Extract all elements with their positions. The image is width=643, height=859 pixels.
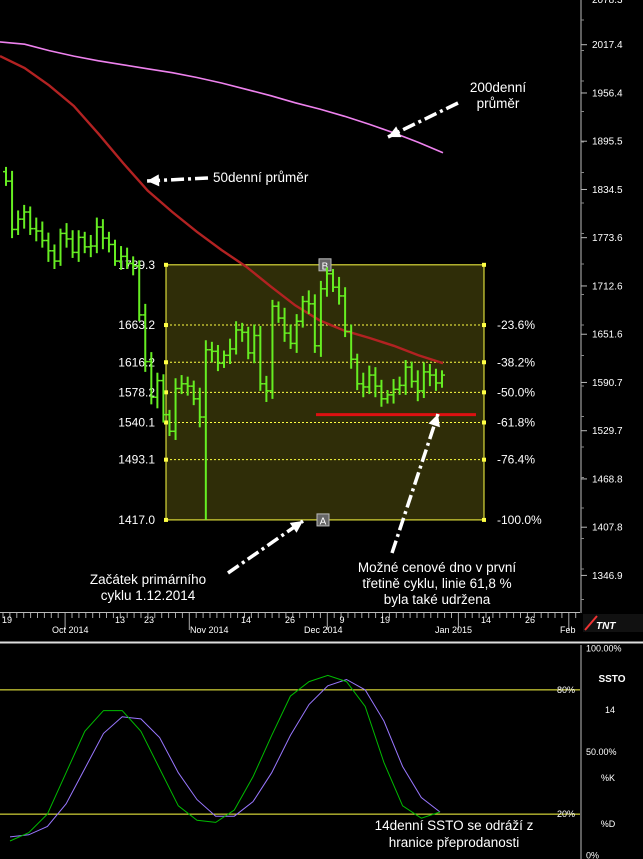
time-axis-day-label: 14 (481, 615, 491, 625)
price-axis-tick-label: 1468.8 (592, 474, 623, 485)
logo-text: TNT (596, 621, 616, 632)
time-axis-day-label: 26 (285, 615, 295, 625)
fib-level-price-label: 1739.3 (118, 258, 155, 272)
fib-level-price-label: 1578.2 (118, 385, 155, 399)
time-axis-month-label: Oct 2014 (52, 625, 89, 635)
fib-handle (164, 420, 168, 425)
annotation-arrow (227, 519, 304, 575)
fib-level-price-label: 1663.2 (118, 318, 155, 332)
ssto-k-line (9, 674, 441, 842)
annotation-price-bottom: byla také udržena (384, 592, 491, 607)
annotation-ma200: 200denní (470, 80, 527, 95)
price-axis-tick-label: 1590.7 (592, 378, 623, 389)
ssto-axis-label: 0% (586, 851, 599, 859)
time-axis-day-label: 19 (2, 615, 12, 625)
fib-level-percent-label: -76.4% (497, 453, 535, 467)
price-axis-tick-label: 1651.6 (592, 330, 623, 341)
annotation-cycle-start: Začátek primárního (90, 572, 206, 587)
time-axis-day-label: 23 (144, 615, 154, 625)
annotation-ma50: 50denní průměr (213, 170, 309, 185)
fib-level-percent-label: -61.8% (497, 415, 535, 429)
fib-handle (482, 323, 486, 328)
price-axis-tick-label: 1956.4 (592, 88, 623, 99)
annotation-cycle-start: cyklu 1.12.2014 (101, 588, 196, 603)
fib-handle (164, 360, 168, 365)
fib-handle (164, 390, 168, 395)
fib-level-price-label: 1493.1 (118, 453, 155, 467)
time-axis-day-label: 26 (525, 615, 535, 625)
annotation-price-bottom: Možné cenové dno v první (358, 560, 517, 575)
ma200-line (0, 41, 444, 154)
fib-handle (482, 420, 486, 425)
fib-level-price-label: 1417.0 (118, 513, 155, 527)
annotation-ma200: průměr (477, 96, 520, 111)
fib-handle (482, 262, 486, 267)
ssto-period: 14 (605, 705, 615, 715)
annotation-ssto: hranice přeprodanosti (389, 835, 520, 850)
price-axis-tick-label: 2078.3 (592, 0, 623, 6)
annotation-price-bottom: třetině cyklu, linie 61,8 % (362, 576, 511, 591)
time-axis-day-label: 14 (241, 615, 251, 625)
fib-handle (164, 323, 168, 328)
chart-canvas: 1739.3 B1663.2 -23.6%1616.2 -38.2%1578.2 -50… (0, 0, 643, 859)
ssto-axis-label: 100.00% (586, 644, 622, 654)
time-axis-month-label: Jan 2015 (435, 625, 472, 635)
fib-point-label: A (320, 516, 327, 527)
price-axis-tick-label: 1895.5 (592, 137, 623, 148)
ssto-k-legend: %K (601, 773, 615, 783)
price-axis-tick-label: 1712.6 (592, 281, 623, 292)
ssto-axis-label: 80% (557, 685, 575, 695)
fib-handle (164, 517, 168, 522)
price-axis-tick-label: 1407.8 (592, 523, 623, 534)
time-axis-month-label: Feb (560, 625, 576, 635)
annotation-ssto: 14denní SSTO se odráží z (375, 818, 534, 833)
price-axis-tick-label: 1529.7 (592, 426, 623, 437)
fib-level-percent-label: -50.0% (497, 385, 535, 399)
ssto-axis-label: 50.00% (586, 747, 617, 757)
time-axis-month-label: Dec 2014 (304, 625, 343, 635)
time-axis-month-label: Nov 2014 (190, 625, 229, 635)
fib-handle (164, 262, 168, 267)
fib-level-percent-label: -38.2% (497, 355, 535, 369)
time-axis-day-label: 19 (380, 615, 390, 625)
fib-handle (482, 390, 486, 395)
tnt-logo: TNT (583, 614, 643, 632)
fib-level-percent-label: -100.0% (497, 513, 542, 527)
fib-retracement-box (165, 264, 485, 521)
fib-handle (482, 517, 486, 522)
fib-level-price-label: 1540.1 (118, 415, 155, 429)
price-axis-tick-label: 2017.4 (592, 40, 623, 51)
price-axis-tick-label: 1834.5 (592, 185, 623, 196)
ssto-title: SSTO (598, 674, 625, 685)
fib-handle (482, 457, 486, 462)
fib-level-percent-label: -23.6% (497, 318, 535, 332)
ssto-axis-label: 20% (557, 809, 575, 819)
annotation-arrowhead (147, 174, 160, 187)
price-axis-tick-label: 1773.6 (592, 233, 623, 244)
fib-handle (164, 457, 168, 462)
ssto-d-line (9, 678, 441, 838)
time-axis-day-label: 9 (339, 615, 344, 625)
fib-handle (482, 360, 486, 365)
time-axis-day-label: 13 (115, 615, 125, 625)
ssto-d-legend: %D (601, 819, 616, 829)
price-axis-tick-label: 1346.9 (592, 571, 623, 582)
